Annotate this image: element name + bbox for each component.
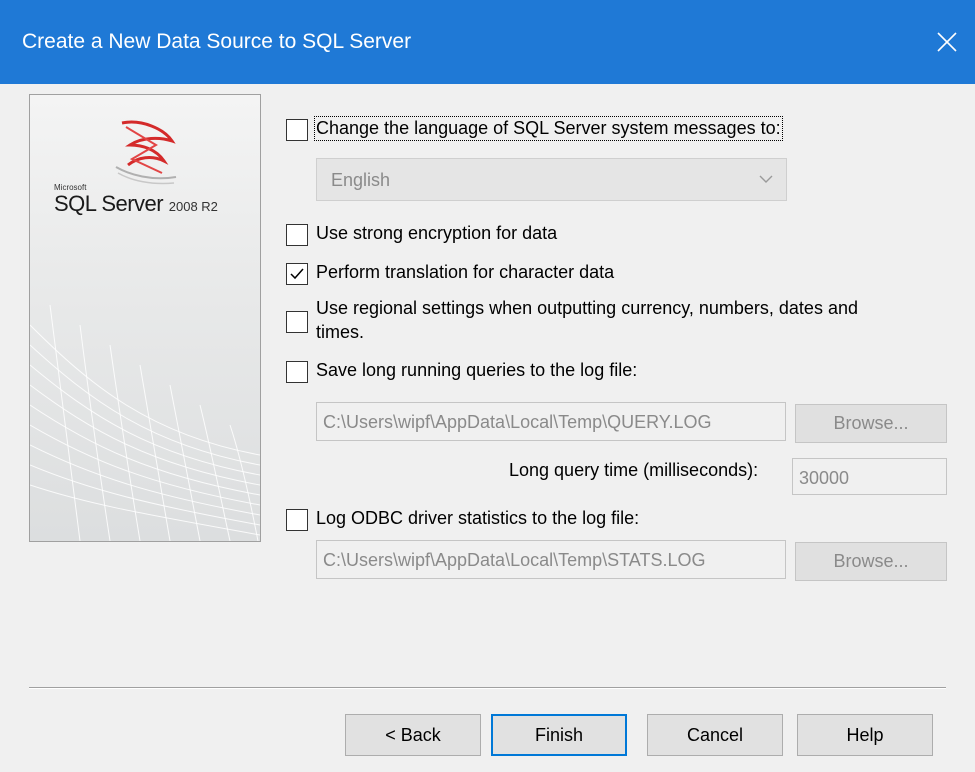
- back-button[interactable]: < Back: [345, 714, 481, 756]
- query-log-path-field[interactable]: C:\Users\wipf\AppData\Local\Temp\QUERY.L…: [316, 402, 786, 441]
- finish-button[interactable]: Finish: [491, 714, 627, 756]
- language-dropdown[interactable]: English: [316, 158, 787, 201]
- query-log-browse-button[interactable]: Browse...: [795, 404, 947, 443]
- long-query-time-value: 30000: [799, 468, 850, 488]
- brand-name: SQL Server: [54, 191, 164, 216]
- cancel-button-label: Cancel: [686, 725, 744, 745]
- branding-panel: Microsoft SQL Server 2008 R2: [29, 94, 261, 542]
- sql-server-logo-icon: [115, 120, 177, 185]
- back-button-label: < Back: [385, 725, 441, 745]
- dialog-window: Create a New Data Source to SQL Server M…: [0, 0, 975, 772]
- strong-encryption-label: Use strong encryption for data: [316, 223, 558, 243]
- stats-log-path-value: C:\Users\wipf\AppData\Local\Temp\STATS.L…: [323, 550, 706, 570]
- cancel-button[interactable]: Cancel: [647, 714, 783, 756]
- close-icon: [937, 32, 957, 52]
- query-log-path-value: C:\Users\wipf\AppData\Local\Temp\QUERY.L…: [323, 412, 712, 432]
- change-language-label: Change the language of SQL Server system…: [314, 116, 783, 141]
- long-query-time-label: Long query time (milliseconds):: [509, 460, 759, 480]
- title-bar: Create a New Data Source to SQL Server: [0, 0, 975, 84]
- query-log-browse-label: Browse...: [833, 413, 909, 433]
- checkmark-icon: [290, 268, 304, 280]
- translation-label: Perform translation for character data: [316, 262, 615, 282]
- brand-product: SQL Server 2008 R2: [54, 191, 218, 217]
- help-button[interactable]: Help: [797, 714, 933, 756]
- brand-version: 2008 R2: [168, 199, 218, 214]
- help-button-label: Help: [846, 725, 884, 745]
- long-queries-checkbox[interactable]: [286, 361, 308, 383]
- odbc-stats-label: Log ODBC driver statistics to the log fi…: [316, 508, 640, 528]
- footer-separator: [29, 687, 946, 689]
- long-query-time-field[interactable]: 30000: [792, 458, 947, 495]
- strong-encryption-checkbox[interactable]: [286, 224, 308, 246]
- close-button[interactable]: [919, 0, 975, 84]
- language-dropdown-value: English: [331, 170, 391, 190]
- decorative-mesh-graphic: [30, 304, 260, 541]
- change-language-checkbox[interactable]: [286, 119, 308, 141]
- stats-log-browse-button[interactable]: Browse...: [795, 542, 947, 581]
- stats-log-path-field[interactable]: C:\Users\wipf\AppData\Local\Temp\STATS.L…: [316, 540, 786, 579]
- regional-settings-checkbox[interactable]: [286, 311, 308, 333]
- translation-checkbox[interactable]: [286, 263, 308, 285]
- finish-button-label: Finish: [534, 725, 583, 745]
- long-queries-label: Save long running queries to the log fil…: [316, 360, 638, 380]
- chevron-down-icon: [759, 175, 773, 183]
- odbc-stats-checkbox[interactable]: [286, 509, 308, 531]
- stats-log-browse-label: Browse...: [833, 551, 909, 571]
- window-title: Create a New Data Source to SQL Server: [22, 30, 412, 53]
- regional-settings-label-line2: times.: [316, 322, 365, 342]
- regional-settings-label-line1: Use regional settings when outputting cu…: [316, 298, 858, 318]
